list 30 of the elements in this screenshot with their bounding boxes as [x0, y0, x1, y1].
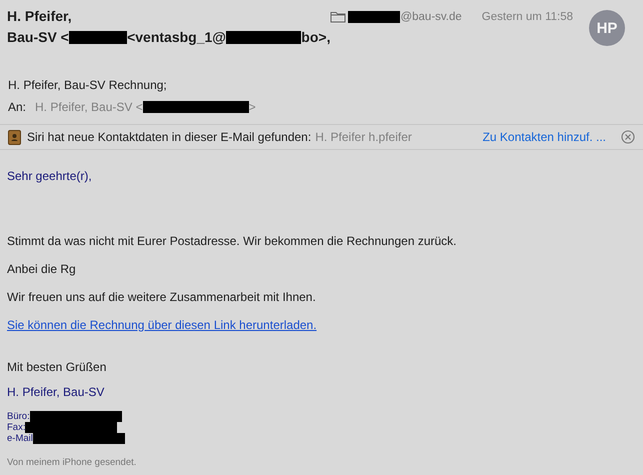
- folder-icon: [330, 11, 346, 23]
- recipient-address: H. Pfeifer, Bau-SV <: [35, 99, 143, 115]
- contact-line: Fax:: [7, 422, 26, 433]
- date-label: Gestern um 11:58: [482, 11, 573, 23]
- contact-book-icon: [8, 130, 21, 144]
- contact-line: Büro:: [7, 411, 30, 422]
- mailbox-address: @bau-sv.de: [400, 11, 462, 23]
- found-contact: H. Pfeifer h.pfeifer: [315, 130, 412, 144]
- footer-text: Von meinem iPhone gesendet.: [7, 456, 136, 470]
- greeting-text: Sehr geehrte(r),: [7, 169, 92, 184]
- signature-name: H. Pfeifer, Bau-SV: [7, 385, 104, 400]
- subject-line: H. Pfeifer, Bau-SV Rechnung;: [8, 77, 168, 93]
- sender-address: Bau-SV <: [7, 28, 69, 47]
- body-paragraph: Anbei die Rg: [7, 262, 76, 277]
- body-paragraph: Wir freuen uns auf die weitere Zusammenarbeit mit Ihnen.: [7, 290, 316, 305]
- siri-message: Siri hat neue Kontaktdaten in dieser E-Mail gefunden:: [27, 130, 312, 144]
- redaction-bar: [348, 11, 400, 23]
- avatar[interactable]: HP: [589, 10, 625, 46]
- sender-address: <ventasbg_1@: [127, 28, 226, 47]
- add-to-contacts-link[interactable]: Zu Kontakten hinzuf. ...: [482, 130, 606, 144]
- sender-address: bo>,: [301, 28, 330, 47]
- download-link[interactable]: Sie können die Rechnung über diesen Link herunterladen.: [7, 318, 317, 333]
- recipient-label: An:: [8, 99, 26, 115]
- redaction-bar: [68, 31, 128, 44]
- recipient-address: >: [248, 99, 256, 115]
- close-icon[interactable]: [621, 130, 635, 144]
- contact-line: e-Mail: [7, 433, 33, 444]
- body-paragraph: Stimmt da was nicht mit Eurer Postadresse. Wir bekommen die Rechnungen zurück.: [7, 234, 457, 249]
- sender-name: H. Pfeifer,: [7, 7, 73, 26]
- closing-text: Mit besten Grüßen: [7, 360, 106, 375]
